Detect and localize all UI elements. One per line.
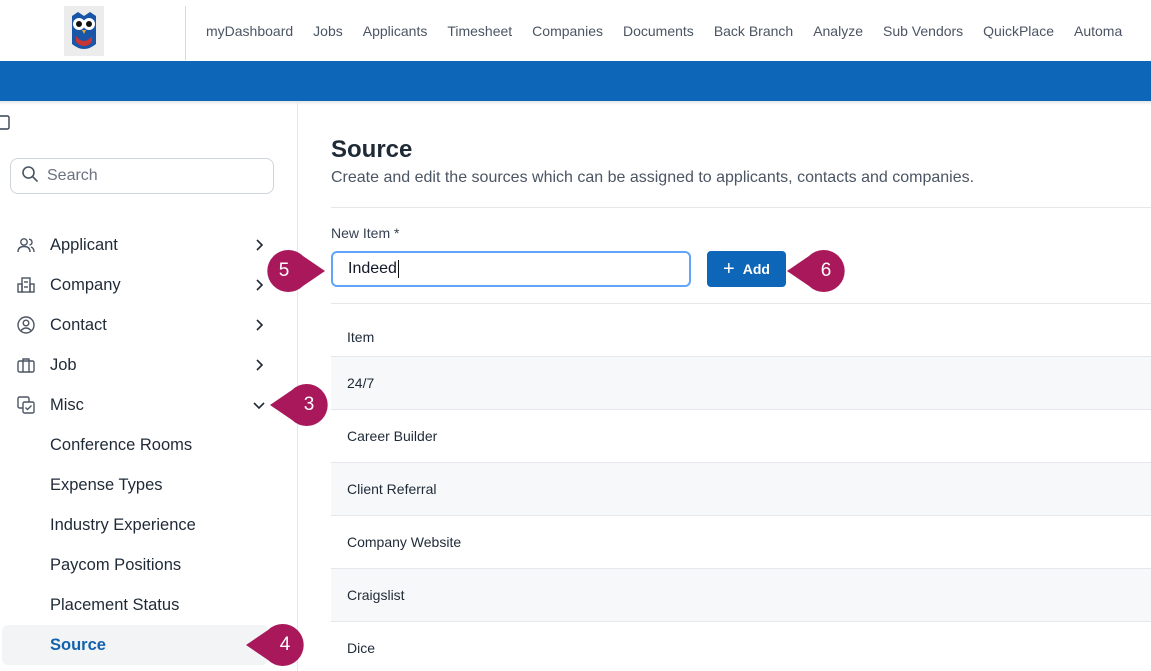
sidebar-item-contact[interactable]: Contact [0, 305, 298, 345]
sidebar-subitem-label: Conference Rooms [50, 435, 193, 454]
sidebar-subitem-label: Expense Types [50, 475, 163, 494]
callout-marker-3: 3 [270, 384, 332, 426]
sidebar-item-company[interactable]: Company [0, 265, 298, 305]
nav-sub-vendors[interactable]: Sub Vendors [883, 23, 963, 39]
sidebar-subitem-placement-status[interactable]: Placement Status [0, 585, 298, 625]
callout-marker-4: 4 [246, 624, 308, 666]
sidebar-item-applicant[interactable]: Applicant [0, 225, 298, 265]
sidebar-item-job[interactable]: Job [0, 345, 298, 385]
nav-analyze[interactable]: Analyze [813, 23, 863, 39]
chevron-down-icon [252, 398, 266, 412]
table-row[interactable]: Company Website [331, 516, 1151, 569]
new-item-label: New Item * [331, 225, 400, 241]
table-cell: 24/7 [347, 375, 375, 391]
table-row[interactable]: Craigslist [331, 569, 1151, 622]
nav-applicants[interactable]: Applicants [363, 23, 428, 39]
table-cell: Client Referral [347, 481, 437, 497]
sidebar-item-label: Applicant [50, 235, 118, 254]
search-placeholder: Search [47, 167, 98, 184]
sidebar-item-label: Contact [50, 315, 107, 334]
header-band [0, 61, 1151, 101]
sidebar-search[interactable]: Search [10, 158, 274, 194]
page-title: Source [331, 136, 413, 163]
sidebar-item-label: Company [50, 275, 121, 294]
sidebar-subitem-source[interactable]: Source [2, 625, 268, 665]
contact-icon [16, 315, 36, 335]
table-cell: Craigslist [347, 587, 405, 603]
nav-jobs[interactable]: Jobs [313, 23, 343, 39]
nav-divider [185, 6, 186, 60]
page-subtitle: Create and edit the sources which can be… [331, 169, 975, 186]
misc-icon [16, 395, 36, 415]
callout-number: 6 [820, 260, 832, 281]
sidebar-subitem-conference-rooms[interactable]: Conference Rooms [0, 425, 298, 465]
sidebar-subitem-paycom-positions[interactable]: Paycom Positions [0, 545, 298, 585]
table-row[interactable]: Career Builder [331, 410, 1151, 463]
owl-logo-icon[interactable] [64, 6, 104, 56]
callout-number: 5 [278, 260, 290, 281]
callout-marker-5: 5 [263, 250, 325, 292]
new-item-value: Indeed [348, 260, 397, 277]
nav-documents[interactable]: Documents [623, 23, 694, 39]
add-button-label: Add [742, 261, 770, 277]
sidebar-subitem-label: Paycom Positions [50, 555, 182, 574]
sidebar-subitem-expense-types[interactable]: Expense Types [0, 465, 298, 505]
sidebar-subitem-label: Industry Experience [50, 515, 196, 534]
table-header: Item [331, 317, 1151, 357]
add-button[interactable]: + Add [707, 251, 786, 287]
settings-sidebar: Search Applicant Company Contact Job Mis… [0, 101, 298, 671]
callout-number: 4 [279, 634, 291, 655]
briefcase-icon [16, 355, 36, 375]
divider [331, 303, 1151, 304]
building-icon [16, 275, 36, 295]
users-icon [16, 235, 36, 255]
text-cursor [397, 260, 399, 278]
new-item-input[interactable]: Indeed [331, 251, 691, 287]
nav-automation[interactable]: Automa [1074, 23, 1122, 39]
chevron-right-icon [252, 318, 266, 332]
callout-number: 3 [303, 394, 315, 415]
sidebar-subitem-label: Source [50, 635, 106, 654]
table-cell: Dice [347, 640, 376, 656]
table-row[interactable]: 24/7 [331, 357, 1151, 410]
nav-timesheet[interactable]: Timesheet [447, 23, 512, 39]
panel-toggle-icon[interactable] [0, 115, 11, 130]
search-icon [21, 165, 39, 188]
table-row[interactable]: Dice [331, 622, 1151, 671]
divider [331, 207, 1151, 208]
plus-icon: + [723, 258, 735, 280]
sidebar-item-label: Job [50, 355, 77, 374]
sidebar-item-misc[interactable]: Misc [0, 385, 298, 425]
table-row[interactable]: Client Referral [331, 463, 1151, 516]
sidebar-item-label: Misc [50, 395, 84, 414]
table-cell: Career Builder [347, 428, 438, 444]
nav-companies[interactable]: Companies [532, 23, 603, 39]
column-header-item: Item [347, 328, 375, 345]
main-content: Source Create and edit the sources which… [331, 101, 1151, 671]
main-nav: myDashboard Jobs Applicants Timesheet Co… [206, 0, 1142, 61]
nav-mydashboard[interactable]: myDashboard [206, 23, 293, 39]
nav-quickplace[interactable]: QuickPlace [983, 23, 1054, 39]
top-navigation: myDashboard Jobs Applicants Timesheet Co… [0, 0, 1151, 61]
table-cell: Company Website [347, 534, 462, 550]
nav-back-branch[interactable]: Back Branch [714, 23, 793, 39]
sidebar-subitem-label: Placement Status [50, 595, 180, 614]
callout-marker-6: 6 [787, 250, 849, 292]
sidebar-subitem-industry-experience[interactable]: Industry Experience [0, 505, 298, 545]
chevron-right-icon [252, 358, 266, 372]
